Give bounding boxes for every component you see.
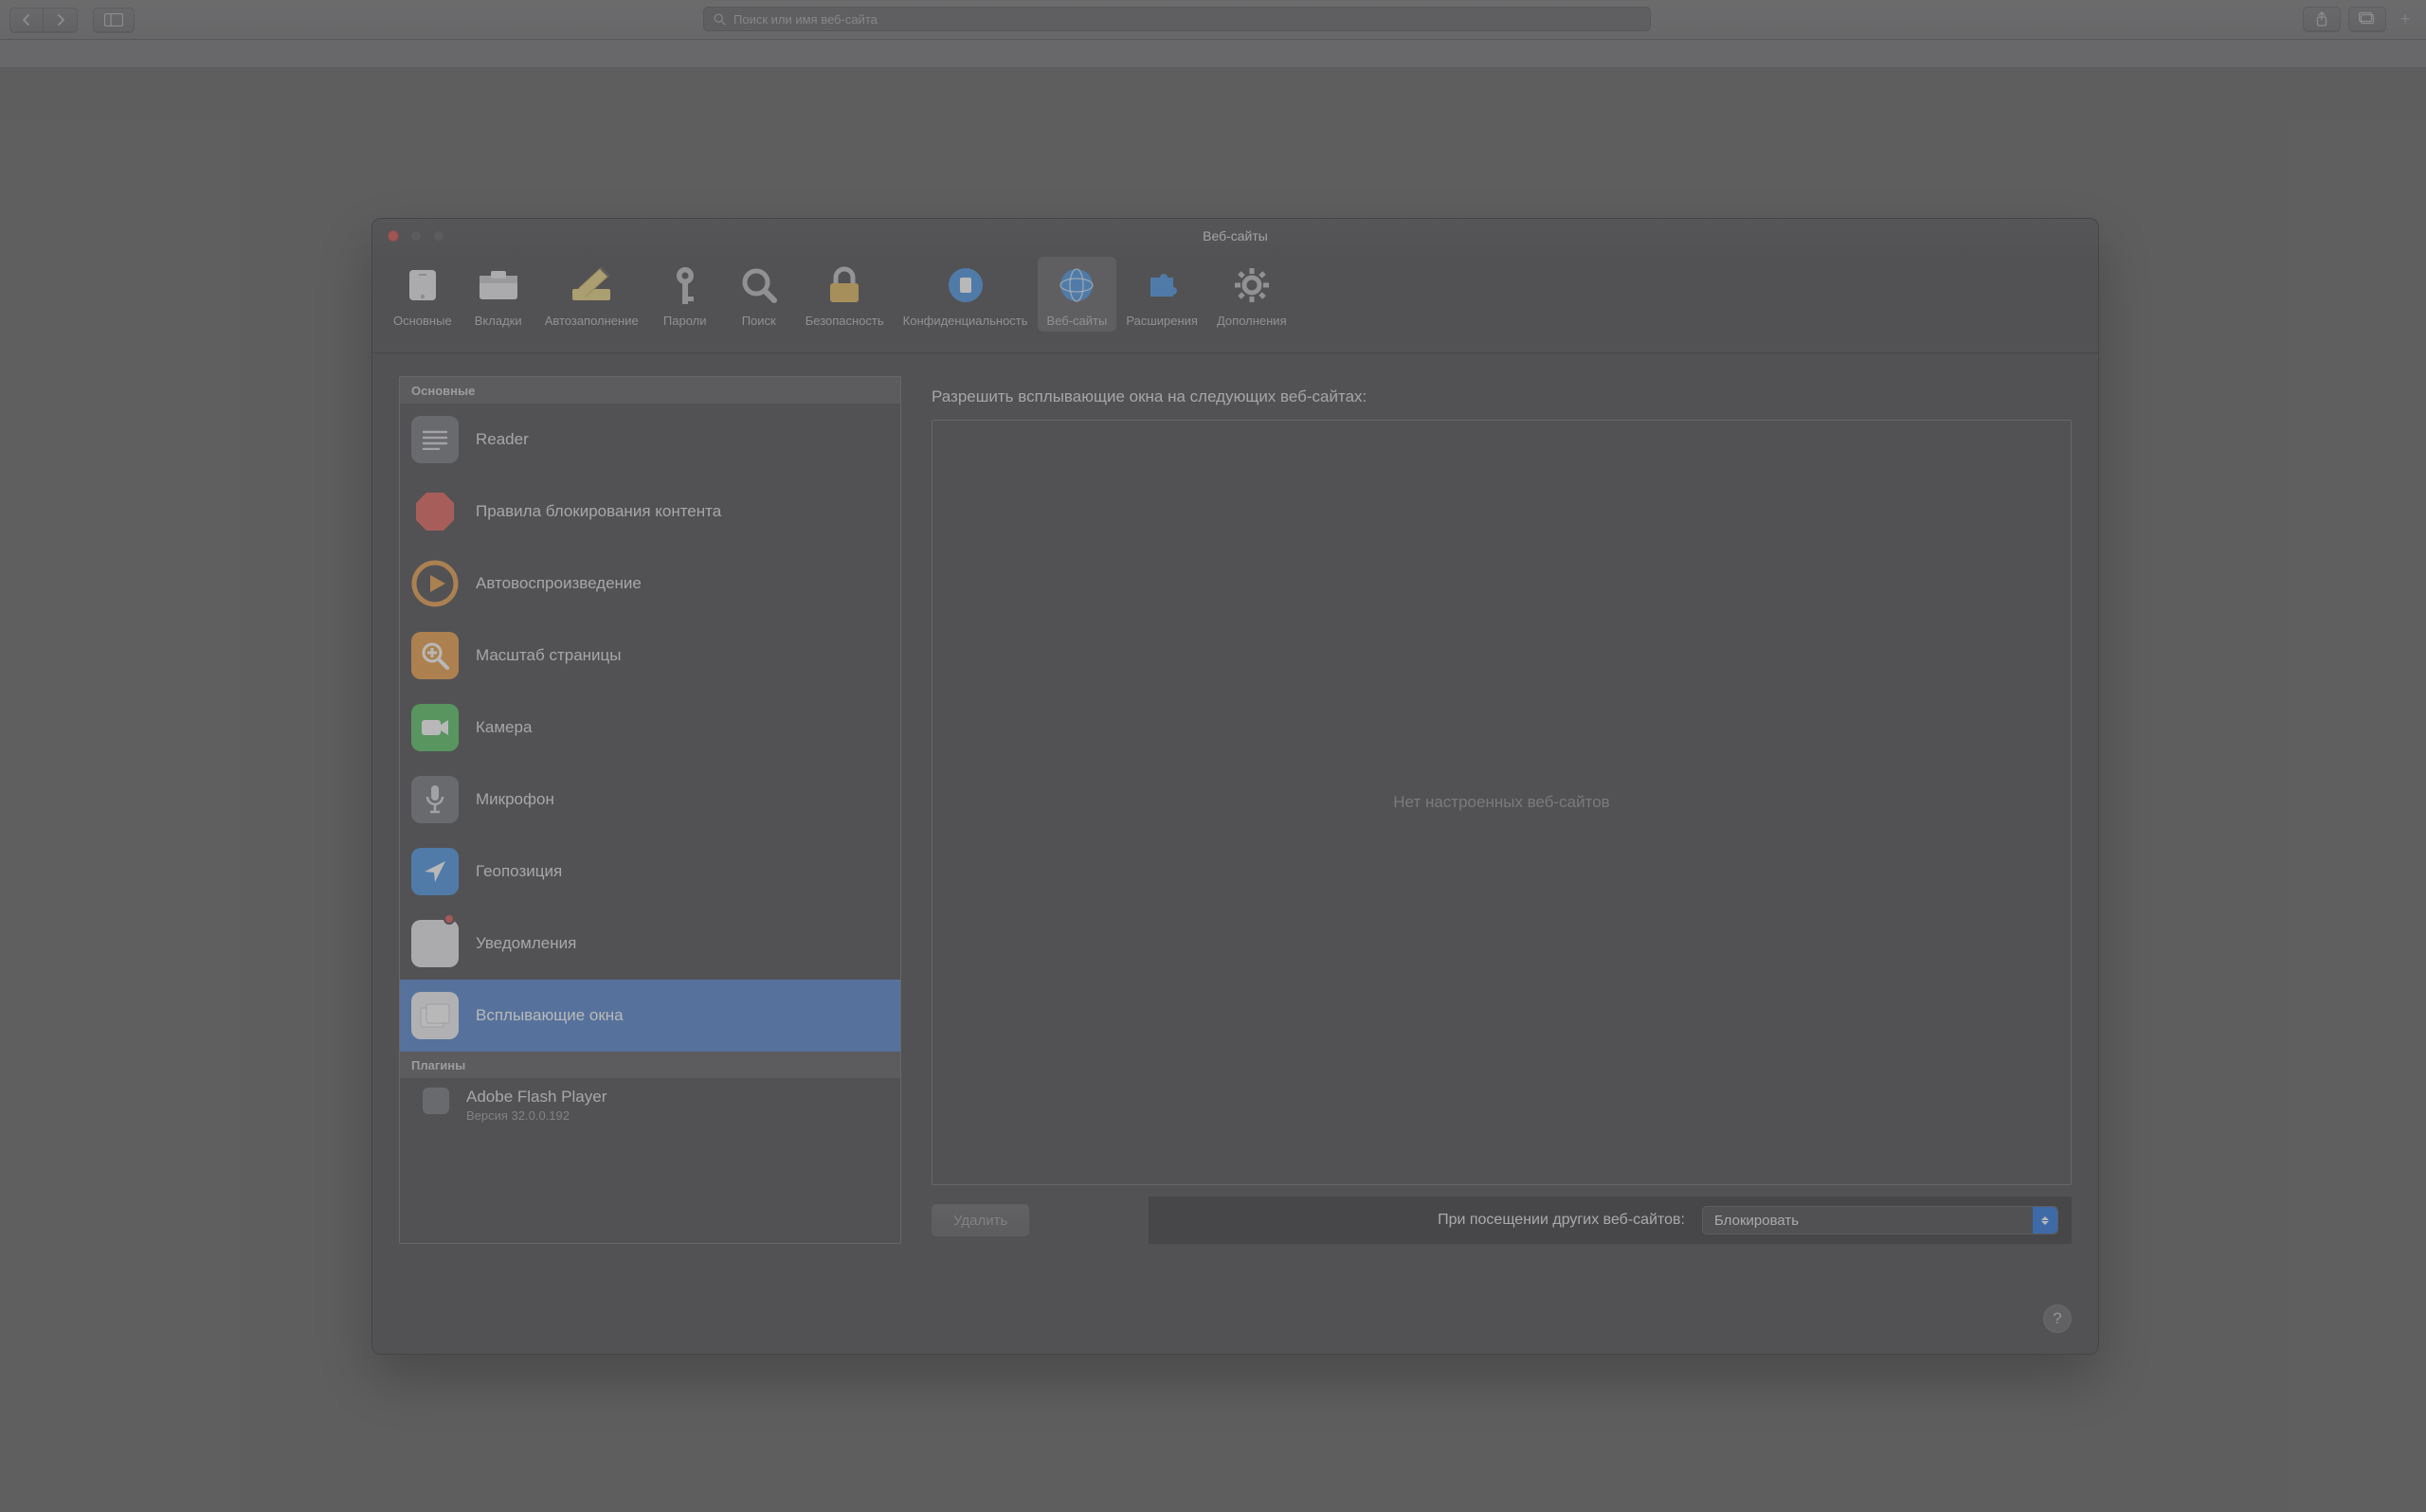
- lock-icon: [822, 262, 867, 308]
- privacy-icon: [943, 262, 988, 308]
- tab-advanced[interactable]: Дополнения: [1207, 257, 1296, 332]
- plugin-icon: [423, 1088, 449, 1114]
- sidebar-item-label: Всплывающие окна: [476, 1006, 624, 1025]
- tab-search[interactable]: Поиск: [722, 257, 796, 332]
- share-button[interactable]: [2303, 7, 2341, 31]
- key-icon: [662, 262, 708, 308]
- notification-badge-icon: [444, 913, 455, 925]
- tab-websites[interactable]: Веб-сайты: [1038, 257, 1117, 332]
- default-policy-bar: При посещении других веб-сайтов: Блокиро…: [1149, 1197, 2072, 1244]
- tab-security[interactable]: Безопасность: [796, 257, 894, 332]
- traffic-lights: [388, 230, 444, 242]
- microphone-icon: [411, 776, 459, 823]
- sidebar-item-location[interactable]: Геопозиция: [400, 836, 900, 908]
- toolbar-right-group: +: [2303, 7, 2417, 31]
- tab-tabs[interactable]: Вкладки: [462, 257, 535, 332]
- tab-overview-button[interactable]: [2348, 7, 2386, 31]
- sidebar-item-label: Правила блокирования контента: [476, 502, 721, 521]
- sidebar-item-label: Reader: [476, 430, 529, 449]
- general-icon: [400, 262, 445, 308]
- sidebar-item-label: Геопозиция: [476, 862, 562, 881]
- tab-privacy[interactable]: Конфиденциальность: [894, 257, 1038, 332]
- gear-icon: [1229, 262, 1275, 308]
- popup-windows-icon: [411, 992, 459, 1039]
- address-placeholder: Поиск или имя веб-сайта: [733, 12, 878, 27]
- stop-icon: [411, 488, 459, 535]
- preferences-window: Веб-сайты Основные Вкладки Автозаполнени…: [371, 218, 2099, 1355]
- empty-state-text: Нет настроенных веб-сайтов: [1393, 793, 1609, 812]
- preferences-titlebar: Веб-сайты: [372, 219, 2098, 253]
- sidebar-item-label: Камера: [476, 718, 532, 737]
- help-button[interactable]: ?: [2043, 1305, 2072, 1333]
- preferences-title: Веб-сайты: [1203, 228, 1268, 243]
- back-button[interactable]: [9, 8, 44, 32]
- sidebar-header-main: Основные: [400, 377, 900, 404]
- chevron-updown-icon: [2033, 1207, 2057, 1233]
- default-policy-label: При посещении других веб-сайтов:: [1438, 1212, 1685, 1229]
- reader-icon: [411, 416, 459, 463]
- notification-icon: [411, 920, 459, 967]
- panel-bottom-row: Удалить При посещении других веб-сайтов:…: [932, 1197, 2072, 1244]
- tab-general[interactable]: Основные: [384, 257, 462, 332]
- close-window-button[interactable]: [388, 230, 399, 242]
- plugin-version: Версия 32.0.0.192: [466, 1108, 606, 1123]
- preferences-body: Основные Reader Правила блокирования кон…: [372, 353, 2098, 1354]
- configured-sites-list[interactable]: Нет настроенных веб-сайтов: [932, 420, 2072, 1185]
- sidebar-item-reader[interactable]: Reader: [400, 404, 900, 476]
- sidebar-item-popups[interactable]: Всплывающие окна: [400, 980, 900, 1052]
- browser-toolbar: Поиск или имя веб-сайта +: [0, 0, 2426, 40]
- websites-main-panel: Разрешить всплывающие окна на следующих …: [932, 376, 2072, 1244]
- sidebar-item-content-blockers[interactable]: Правила блокирования контента: [400, 476, 900, 548]
- sidebar-item-label: Масштаб страницы: [476, 646, 622, 665]
- sidebar-toggle-button[interactable]: [93, 8, 135, 32]
- address-bar[interactable]: Поиск или имя веб-сайта: [703, 7, 1651, 31]
- default-policy-select[interactable]: Блокировать: [1702, 1206, 2058, 1234]
- search-icon: [714, 13, 726, 26]
- tab-extensions[interactable]: Расширения: [1116, 257, 1207, 332]
- sidebar-item-label: Микрофон: [476, 790, 554, 809]
- forward-button[interactable]: [44, 8, 78, 32]
- select-value: Блокировать: [1714, 1213, 1799, 1229]
- tab-strip: [0, 40, 2426, 68]
- tabs-icon: [476, 262, 521, 308]
- plugin-name: Adobe Flash Player: [466, 1088, 606, 1107]
- sidebar-header-plugins: Плагины: [400, 1052, 900, 1078]
- camera-icon: [411, 704, 459, 751]
- minimize-window-button[interactable]: [410, 230, 422, 242]
- location-icon: [411, 848, 459, 895]
- sidebar-item-autoplay[interactable]: Автовоспроизведение: [400, 548, 900, 620]
- preferences-toolbar: Основные Вкладки Автозаполнение Пароли П…: [372, 253, 2098, 353]
- sidebar-item-label: Автовоспроизведение: [476, 574, 642, 593]
- websites-sidebar: Основные Reader Правила блокирования кон…: [399, 376, 901, 1244]
- globe-icon: [1054, 262, 1099, 308]
- sidebar-item-notifications[interactable]: Уведомления: [400, 908, 900, 980]
- play-icon: [411, 560, 459, 607]
- nav-button-group: [9, 8, 78, 32]
- autofill-icon: [569, 262, 614, 308]
- sidebar-item-microphone[interactable]: Микрофон: [400, 764, 900, 836]
- search-pref-icon: [736, 262, 782, 308]
- delete-button[interactable]: Удалить: [932, 1204, 1029, 1236]
- new-tab-button[interactable]: +: [2394, 7, 2417, 31]
- sidebar-item-label: Уведомления: [476, 934, 576, 953]
- panel-heading: Разрешить всплывающие окна на следующих …: [932, 387, 2072, 406]
- zoom-icon: [411, 632, 459, 679]
- maximize-window-button[interactable]: [433, 230, 444, 242]
- sidebar-item-flash[interactable]: Adobe Flash Player Версия 32.0.0.192: [400, 1078, 900, 1139]
- tab-passwords[interactable]: Пароли: [648, 257, 722, 332]
- sidebar-item-page-zoom[interactable]: Масштаб страницы: [400, 620, 900, 692]
- sidebar-item-camera[interactable]: Камера: [400, 692, 900, 764]
- puzzle-icon: [1139, 262, 1185, 308]
- tab-autofill[interactable]: Автозаполнение: [535, 257, 648, 332]
